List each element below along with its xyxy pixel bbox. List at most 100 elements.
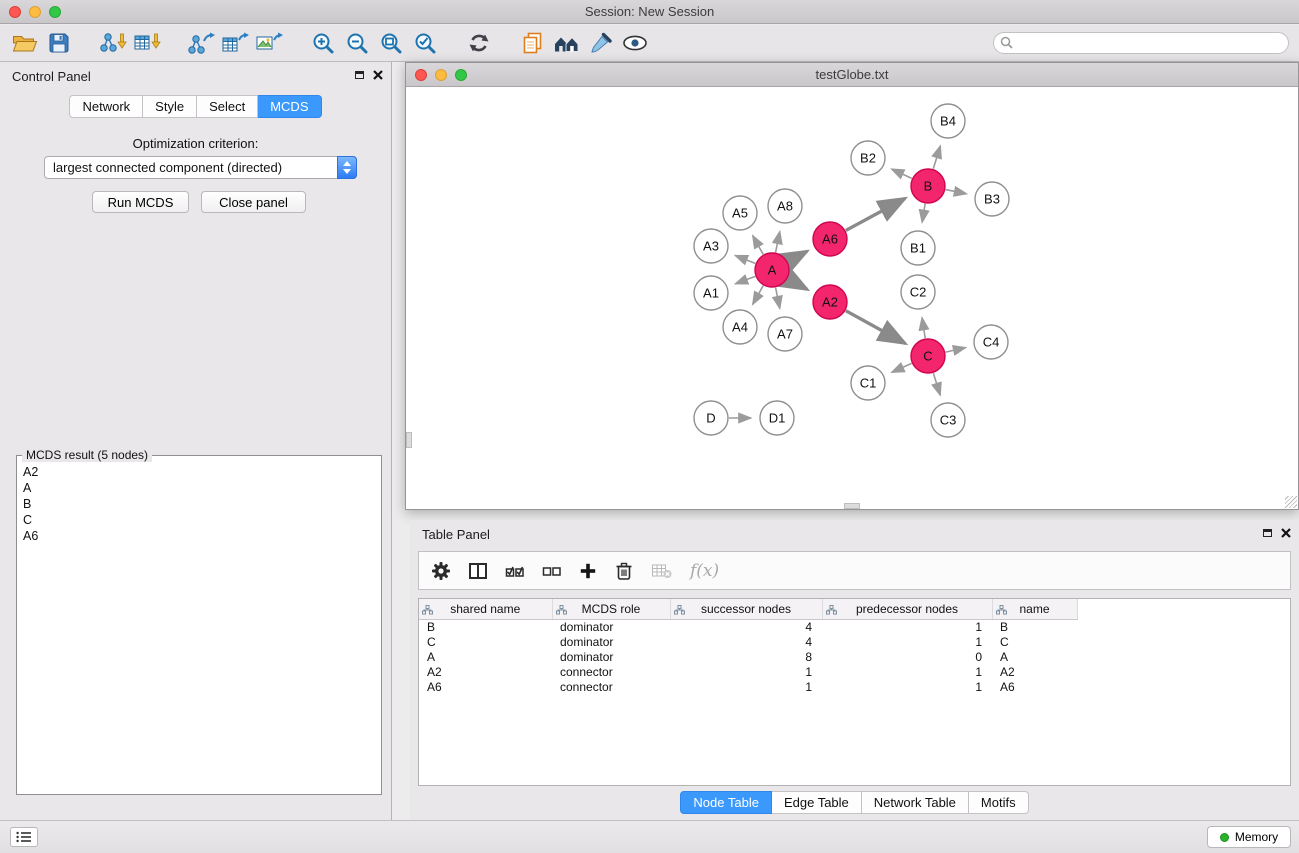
export-image-button[interactable] xyxy=(252,28,286,58)
network-close-button[interactable] xyxy=(415,69,427,81)
refresh-network-button[interactable] xyxy=(462,28,496,58)
column-header-successor-nodes[interactable]: successor nodes xyxy=(670,599,822,620)
export-table-button[interactable] xyxy=(218,28,252,58)
network-node-B4[interactable]: B4 xyxy=(931,104,965,138)
network-node-C1[interactable]: C1 xyxy=(851,366,885,400)
home-button[interactable] xyxy=(550,28,584,58)
paint-style-button[interactable] xyxy=(584,28,618,58)
column-header-predecessor-nodes[interactable]: predecessor nodes xyxy=(822,599,992,620)
network-node-A2[interactable]: A2 xyxy=(813,285,847,319)
deselect-all-button[interactable] xyxy=(542,559,562,583)
zoom-fit-button[interactable] xyxy=(374,28,408,58)
network-canvas[interactable]: B4 B2 B B3 B1 A5 A8 A6 A3 A A1 A2 C2 A4 A7 C4 C C1 C3 D D1 xyxy=(406,87,1298,509)
zoom-in-button[interactable] xyxy=(306,28,340,58)
network-node-A4[interactable]: A4 xyxy=(723,310,757,344)
task-list-button[interactable] xyxy=(10,827,38,847)
network-minimize-button[interactable] xyxy=(435,69,447,81)
network-view-window: testGlobe.txt B4 B2 B B3 B1 A5 A8 A6 A3 A A1 A2 C2 A4… xyxy=(405,62,1299,510)
select-all-button[interactable] xyxy=(505,559,525,583)
save-session-button[interactable] xyxy=(42,28,76,58)
add-column-button[interactable] xyxy=(579,559,597,583)
zoom-out-button[interactable] xyxy=(340,28,374,58)
tab-motifs[interactable]: Motifs xyxy=(969,791,1029,814)
function-builder-button[interactable]: f(x) xyxy=(690,561,719,581)
mcds-result-item[interactable]: B xyxy=(23,496,375,512)
network-node-B2[interactable]: B2 xyxy=(851,141,885,175)
float-panel-icon[interactable] xyxy=(355,71,364,79)
network-node-B[interactable]: B xyxy=(911,169,945,203)
column-header-name[interactable]: name xyxy=(992,599,1077,620)
mcds-result-item[interactable]: A6 xyxy=(23,528,375,544)
tab-mcds[interactable]: MCDS xyxy=(258,95,321,118)
network-node-C3[interactable]: C3 xyxy=(931,403,965,437)
open-folder-icon xyxy=(12,32,38,54)
left-grip-handle[interactable] xyxy=(406,432,412,448)
optimization-criterion-select[interactable]: largest connected component (directed) xyxy=(44,156,357,179)
delete-column-button[interactable] xyxy=(614,559,634,583)
mcds-result-box: MCDS result (5 nodes) A2ABCA6 xyxy=(16,455,382,795)
tab-network[interactable]: Network xyxy=(69,95,143,118)
network-node-B1[interactable]: B1 xyxy=(901,231,935,265)
bottom-grip-handle[interactable] xyxy=(844,503,860,509)
network-node-C2[interactable]: C2 xyxy=(901,275,935,309)
table-panel-title: Table Panel xyxy=(422,527,490,542)
import-table-button[interactable] xyxy=(130,28,164,58)
mcds-result-item[interactable]: A2 xyxy=(23,464,375,480)
network-node-D[interactable]: D xyxy=(694,401,728,435)
column-header-shared-name[interactable]: shared name xyxy=(419,599,552,620)
network-node-A1[interactable]: A1 xyxy=(694,276,728,310)
mcds-result-item[interactable]: C xyxy=(23,512,375,528)
table-row[interactable]: Cdominator41C xyxy=(419,635,1077,650)
table-row[interactable]: Adominator80A xyxy=(419,650,1077,665)
network-node-B3[interactable]: B3 xyxy=(975,182,1009,216)
network-edge-A-A7 xyxy=(776,288,780,309)
svg-text:C: C xyxy=(923,349,932,364)
network-node-A7[interactable]: A7 xyxy=(768,317,802,351)
run-mcds-button[interactable]: Run MCDS xyxy=(92,191,189,213)
show-columns-button[interactable] xyxy=(468,559,488,583)
zoom-selected-button[interactable] xyxy=(408,28,442,58)
network-node-A3[interactable]: A3 xyxy=(694,229,728,263)
copy-document-button[interactable] xyxy=(516,28,550,58)
svg-text:A2: A2 xyxy=(822,295,838,310)
import-network-button[interactable] xyxy=(96,28,130,58)
column-header-mcds-role[interactable]: MCDS role xyxy=(552,599,670,620)
network-node-C[interactable]: C xyxy=(911,339,945,373)
show-hide-button[interactable] xyxy=(618,28,652,58)
tab-edge-table[interactable]: Edge Table xyxy=(772,791,862,814)
tab-network-table[interactable]: Network Table xyxy=(862,791,969,814)
close-window-button[interactable] xyxy=(9,6,21,18)
optimization-criterion-label: Optimization criterion: xyxy=(0,136,391,151)
tab-node-table[interactable]: Node Table xyxy=(680,791,772,814)
network-node-D1[interactable]: D1 xyxy=(760,401,794,435)
table-float-panel-icon[interactable] xyxy=(1263,529,1272,537)
maximize-window-button[interactable] xyxy=(49,6,61,18)
table-row[interactable]: A2connector11A2 xyxy=(419,665,1077,680)
mcds-result-item[interactable]: A xyxy=(23,480,375,496)
delete-table-button[interactable] xyxy=(651,559,673,583)
control-panel-tabs: Network Style Select MCDS xyxy=(0,95,391,118)
memory-button[interactable]: Memory xyxy=(1207,826,1291,848)
network-edge-A-A1 xyxy=(735,276,755,283)
export-table-icon xyxy=(221,31,249,55)
table-close-panel-icon[interactable] xyxy=(1281,528,1291,538)
network-node-A6[interactable]: A6 xyxy=(813,222,847,256)
table-row[interactable]: Bdominator41B xyxy=(419,620,1077,636)
network-node-A8[interactable]: A8 xyxy=(768,189,802,223)
network-node-A5[interactable]: A5 xyxy=(723,196,757,230)
table-row[interactable]: A6connector11A6 xyxy=(419,680,1077,695)
tab-select[interactable]: Select xyxy=(197,95,258,118)
close-panel-icon[interactable] xyxy=(373,70,383,80)
network-node-C4[interactable]: C4 xyxy=(974,325,1008,359)
tab-style[interactable]: Style xyxy=(143,95,197,118)
search-input[interactable] xyxy=(993,32,1289,54)
export-network-button[interactable] xyxy=(184,28,218,58)
open-session-button[interactable] xyxy=(8,28,42,58)
minimize-window-button[interactable] xyxy=(29,6,41,18)
network-window-title-bar[interactable]: testGlobe.txt xyxy=(406,63,1298,87)
resize-grip[interactable] xyxy=(1285,496,1297,508)
network-node-A[interactable]: A xyxy=(755,253,789,287)
table-settings-button[interactable] xyxy=(431,559,451,583)
close-panel-button[interactable]: Close panel xyxy=(201,191,306,213)
network-maximize-button[interactable] xyxy=(455,69,467,81)
